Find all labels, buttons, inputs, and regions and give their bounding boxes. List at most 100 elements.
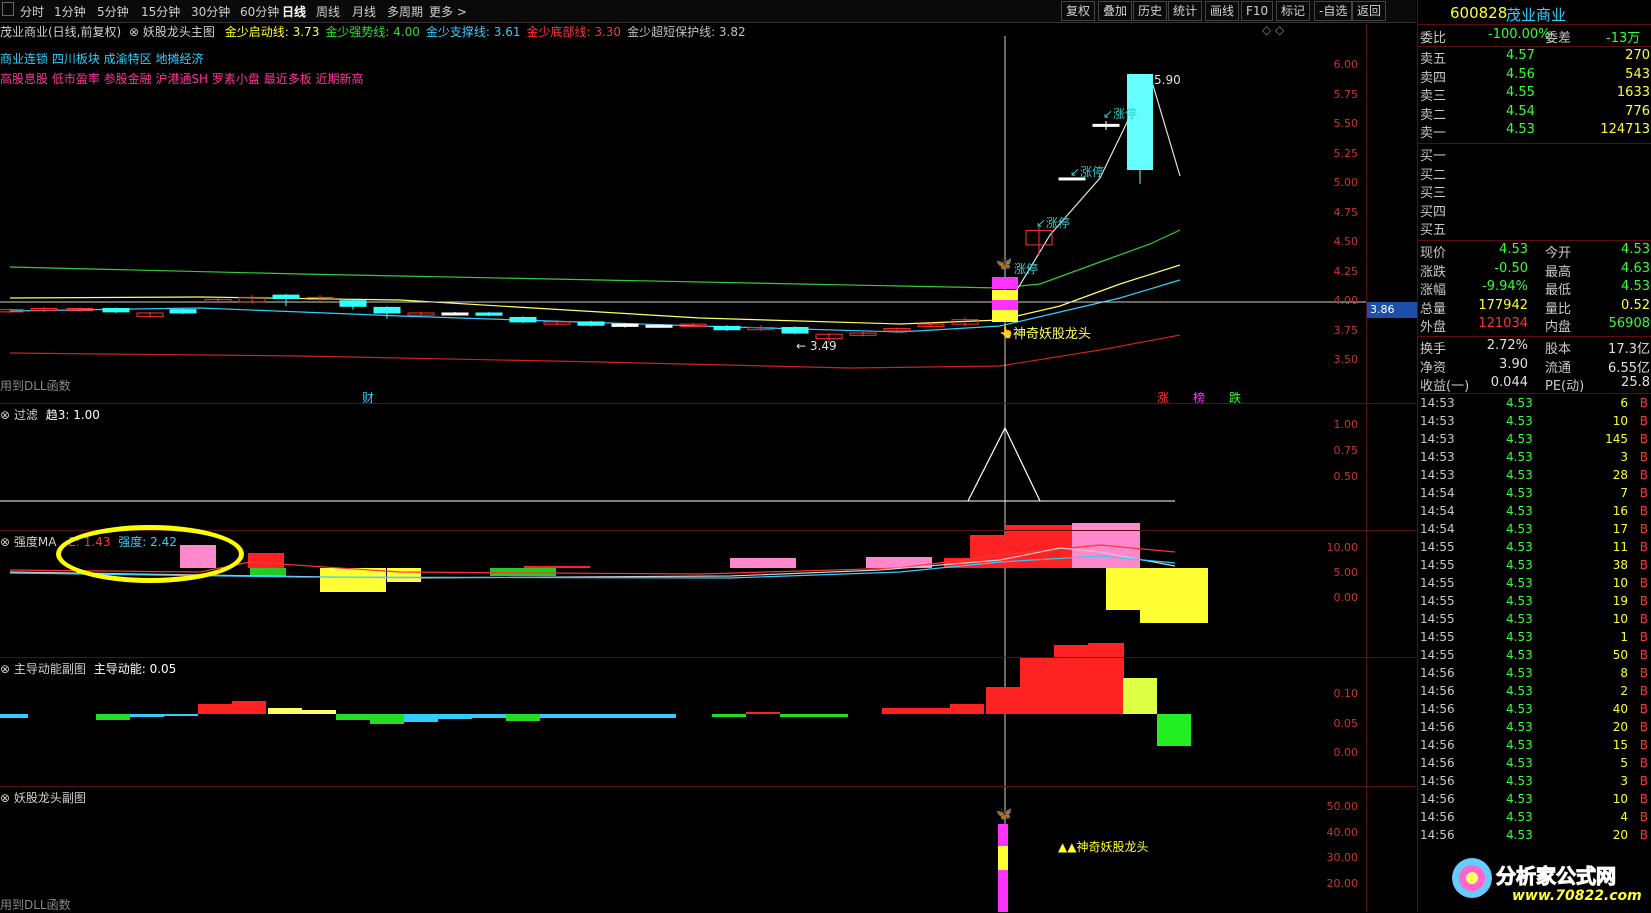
period-tab[interactable]: 分时 <box>20 3 44 20</box>
bid-label: 买三 <box>1420 186 1447 201</box>
bid-label: 买五 <box>1420 223 1447 238</box>
tick-volume: 20 <box>1612 828 1628 842</box>
signal-candle <box>992 310 1018 322</box>
kline-chart[interactable]: 5.90 ← 3.49 ↙涨停 ↙涨停 ↙涨停涨停神奇妖股龙头👆 🦋 🦋 <box>0 0 1416 912</box>
yao-axis-label: 50.00 <box>1326 800 1359 813</box>
tick-direction: B <box>1639 612 1648 626</box>
bid-label: 买二 <box>1420 167 1447 183</box>
price-axis-label: 3.75 <box>1333 323 1359 337</box>
power-bar <box>302 710 336 714</box>
stat-label: 内盘 <box>1545 320 1572 335</box>
tick-price: 4.53 <box>1506 666 1533 680</box>
panel-divider[interactable] <box>0 530 1416 531</box>
candle-body <box>645 324 673 328</box>
divider <box>1418 336 1651 337</box>
settings-icon[interactable]: ⊗ <box>0 791 10 805</box>
filter-axis-label: 0.75 <box>1333 444 1359 457</box>
period-tab[interactable]: 多周期 <box>387 3 423 20</box>
strength-bar <box>387 568 421 582</box>
ask-price: 4.53 <box>1506 122 1535 137</box>
tick-price: 4.53 <box>1506 594 1533 608</box>
stat-label: 外盘 <box>1420 320 1447 335</box>
signal-candle <box>992 277 1018 289</box>
highlight-ellipse <box>56 525 244 583</box>
period-tab[interactable]: 60分钟 <box>240 3 279 20</box>
period-tab[interactable]: 1分钟 <box>54 3 86 20</box>
fund-value: 0.044 <box>1490 375 1528 390</box>
toolbar-button[interactable]: 返回 <box>1352 1 1387 21</box>
strength-axis-label: 0.00 <box>1333 591 1359 604</box>
tick-price: 4.53 <box>1506 468 1533 482</box>
settings-icon[interactable]: ⊗ <box>0 408 10 422</box>
period-tab[interactable]: 周线 <box>316 3 340 20</box>
tick-time: 14:55 <box>1420 648 1455 662</box>
tick-time: 14:55 <box>1420 540 1455 554</box>
strength-bar <box>248 553 284 568</box>
toolbar-button[interactable]: 叠加 <box>1098 1 1133 21</box>
divider <box>1418 143 1651 144</box>
price-axis-label: 5.25 <box>1333 146 1359 160</box>
power-bar <box>1020 658 1054 714</box>
yao-title[interactable]: 妖股龙头副图 <box>14 791 86 805</box>
panel-divider[interactable] <box>0 786 1416 787</box>
tick-price: 4.53 <box>1506 540 1533 554</box>
settings-icon[interactable]: ⊗ <box>0 535 10 549</box>
tick-time: 14:53 <box>1420 414 1455 428</box>
tick-volume: 145 <box>1605 432 1628 446</box>
ask-volume: 776 <box>1625 103 1650 119</box>
toolbar-button[interactable]: 画线 <box>1205 1 1240 21</box>
power-bar <box>506 714 540 721</box>
period-tab[interactable]: 30分钟 <box>191 3 230 20</box>
tick-price: 4.53 <box>1506 648 1533 662</box>
fund-value: 2.72% <box>1486 338 1528 353</box>
candle-body <box>577 321 605 326</box>
limit-up-label: ↙涨停 <box>1070 164 1104 179</box>
fund-row: 收益(一) 0.044 PE(动) 25.8 <box>1418 375 1651 394</box>
panel-divider[interactable] <box>0 657 1416 658</box>
tick-row: 14:54 4.53 17 B <box>1418 522 1651 540</box>
stat-label: 现价 <box>1420 246 1447 261</box>
candle-body <box>102 308 130 313</box>
power-bar <box>814 714 848 717</box>
tick-price: 4.53 <box>1506 558 1533 572</box>
power-title[interactable]: 主导动能副图 <box>14 662 86 676</box>
fund-label: PE(动) <box>1545 379 1585 394</box>
period-tab[interactable]: 15分钟 <box>141 3 180 20</box>
tick-direction: B <box>1639 810 1648 824</box>
toolbar-button[interactable]: 复权 <box>1061 1 1096 21</box>
stat-label: 涨幅 <box>1420 283 1447 298</box>
strength-title[interactable]: 强度MA <box>14 535 57 549</box>
settings-icon[interactable]: ⊗ <box>0 662 10 676</box>
signal-label: 神奇妖股龙头 <box>1013 326 1091 342</box>
power-bar <box>164 714 198 716</box>
tick-volume: 6 <box>1620 396 1628 410</box>
butterfly-icon: 🦋 <box>996 807 1012 822</box>
tick-time: 14:53 <box>1420 468 1455 482</box>
tick-volume: 10 <box>1612 576 1628 590</box>
tick-direction: B <box>1639 396 1648 410</box>
stock-code: 600828 <box>1450 4 1508 22</box>
toolbar-button[interactable]: -自选 <box>1314 1 1353 21</box>
filter-title[interactable]: 过滤 <box>14 408 38 422</box>
filter-value: 趋3: 1.00 <box>45 408 100 422</box>
period-tab[interactable]: 更多 > <box>429 3 467 20</box>
tick-volume: 16 <box>1612 504 1628 518</box>
period-tab[interactable]: 日线 <box>282 3 306 20</box>
tick-time: 14:53 <box>1420 396 1455 410</box>
tick-row: 14:55 4.53 1 B <box>1418 630 1651 648</box>
toolbar-button[interactable]: 标记 <box>1276 1 1311 21</box>
stat-label: 今开 <box>1545 246 1572 261</box>
panel-divider[interactable] <box>0 403 1416 404</box>
candle-body <box>781 326 809 334</box>
toolbar-button[interactable]: F10 <box>1241 1 1274 21</box>
period-tab[interactable]: 5分钟 <box>97 3 129 20</box>
tick-row: 14:55 4.53 38 B <box>1418 558 1651 576</box>
power-bar <box>916 708 950 714</box>
tick-volume: 11 <box>1612 540 1628 554</box>
ask-volume: 1633 <box>1616 85 1650 100</box>
period-tab[interactable]: 月线 <box>352 3 376 20</box>
toolbar-button[interactable]: 统计 <box>1168 1 1203 21</box>
watermark-brand: 分析家公式网 <box>1496 864 1617 889</box>
toolbar-button[interactable]: 历史 <box>1133 1 1168 21</box>
tick-row: 14:55 4.53 19 B <box>1418 594 1651 612</box>
